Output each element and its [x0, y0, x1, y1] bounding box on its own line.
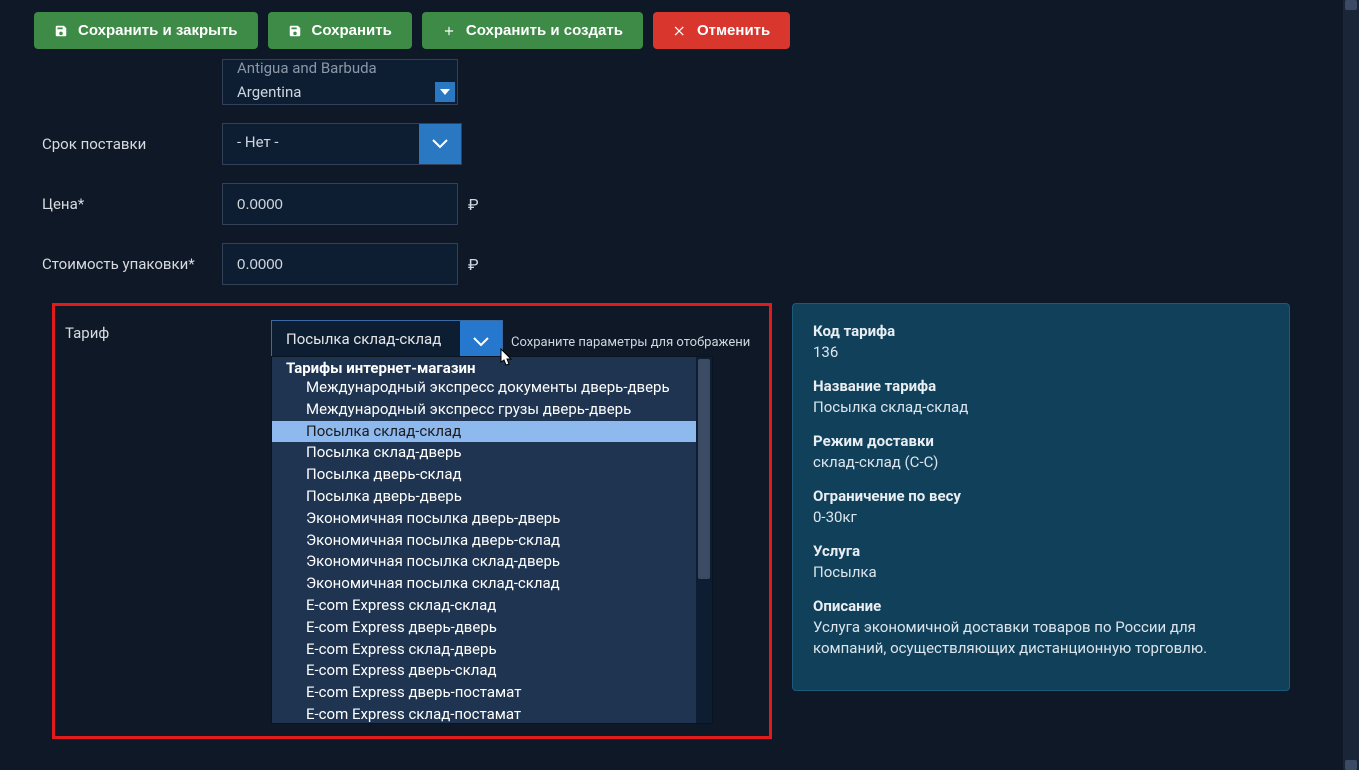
scrollbar-thumb[interactable]	[698, 359, 710, 579]
info-name-key: Название тарифа	[813, 377, 1269, 395]
cancel-label: Отменить	[697, 22, 770, 39]
tariff-info-panel: Код тарифа 136 Название тарифа Посылка с…	[792, 303, 1290, 691]
tariff-dropdown[interactable]: Тарифы интернет-магазинМеждународный экс…	[271, 356, 713, 724]
tariff-option[interactable]: E-com Express склад-постамат	[272, 704, 712, 723]
info-code-key: Код тарифа	[813, 322, 1269, 340]
page-scrollbar[interactable]	[1343, 0, 1359, 770]
save-create-label: Сохранить и создать	[466, 22, 623, 39]
save-label: Сохранить	[312, 22, 392, 39]
delivery-time-value: - Нет -	[223, 124, 419, 164]
info-desc-val: Услуга экономичной доставки товаров по Р…	[813, 617, 1269, 659]
currency-symbol: ₽	[468, 255, 479, 274]
tariff-option[interactable]: Экономичная посылка дверь-дверь	[272, 508, 712, 530]
price-field[interactable]	[222, 183, 458, 225]
dropdown-scrollbar[interactable]	[696, 357, 712, 723]
tariff-option[interactable]: Международный экспресс документы дверь-д…	[272, 377, 712, 399]
info-weight-val: 0-30кг	[813, 507, 1269, 528]
delivery-time-select[interactable]: - Нет -	[222, 123, 462, 165]
tariff-option[interactable]: Посылка дверь-склад	[272, 464, 712, 486]
country-option[interactable]: Antigua and Barbuda	[223, 56, 457, 80]
save-icon	[288, 24, 302, 38]
tariff-option[interactable]: E-com Express дверь-дверь	[272, 617, 712, 639]
tariff-option[interactable]: Посылка склад-склад	[272, 421, 712, 443]
currency-symbol: ₽	[468, 195, 479, 214]
info-service-val: Посылка	[813, 562, 1269, 583]
close-icon	[673, 24, 687, 38]
cancel-button[interactable]: Отменить	[653, 12, 790, 49]
tariff-option[interactable]: Экономичная посылка склад-дверь	[272, 551, 712, 573]
packaging-cost-label: Стоимость упаковки*	[42, 255, 222, 273]
price-label: Цена*	[42, 195, 222, 213]
packaging-cost-field[interactable]	[222, 243, 458, 285]
scroll-down-icon[interactable]	[435, 82, 455, 102]
save-close-label: Сохранить и закрыть	[78, 22, 238, 39]
tariff-option[interactable]: Экономичная посылка склад-склад	[272, 573, 712, 595]
info-weight-key: Ограничение по весу	[813, 487, 1269, 505]
tariff-option[interactable]: E-com Express склад-дверь	[272, 639, 712, 661]
chevron-down-icon	[419, 124, 461, 164]
info-mode-val: склад-склад (С-С)	[813, 452, 1269, 473]
tariff-option[interactable]: Посылка дверь-дверь	[272, 486, 712, 508]
info-mode-key: Режим доставки	[813, 432, 1269, 450]
save-close-button[interactable]: Сохранить и закрыть	[34, 12, 258, 49]
multiselect-scrollbar[interactable]	[434, 61, 456, 103]
tariff-option[interactable]: Посылка склад-дверь	[272, 442, 712, 464]
info-service-key: Услуга	[813, 542, 1269, 560]
tariff-dropdown-group: Тарифы интернет-магазин	[272, 357, 712, 377]
tariff-label: Тариф	[65, 324, 109, 342]
info-name-val: Посылка склад-склад	[813, 397, 1269, 418]
tariff-option[interactable]: E-com Express склад-склад	[272, 595, 712, 617]
save-icon	[54, 24, 68, 38]
tariff-option[interactable]: Экономичная посылка дверь-склад	[272, 530, 712, 552]
tariff-option[interactable]: Международный экспресс грузы дверь-дверь	[272, 399, 712, 421]
tariff-save-hint: Сохраните параметры для отображени	[511, 335, 750, 350]
tariff-option[interactable]: E-com Express дверь-склад	[272, 660, 712, 682]
save-button[interactable]: Сохранить	[268, 12, 412, 49]
tariff-panel: Тариф Посылка склад-склад Сохраните пара…	[52, 303, 772, 739]
info-code-val: 136	[813, 342, 1269, 363]
plus-icon	[442, 24, 456, 38]
save-create-button[interactable]: Сохранить и создать	[422, 12, 643, 49]
tariff-option[interactable]: E-com Express дверь-постамат	[272, 682, 712, 704]
country-option[interactable]: Argentina	[223, 80, 457, 104]
delivery-time-label: Срок поставки	[42, 135, 222, 153]
country-multiselect[interactable]: Antigua and Barbuda Argentina	[222, 59, 458, 105]
info-desc-key: Описание	[813, 597, 1269, 615]
action-toolbar: Сохранить и закрыть Сохранить Сохранить …	[0, 0, 1359, 61]
